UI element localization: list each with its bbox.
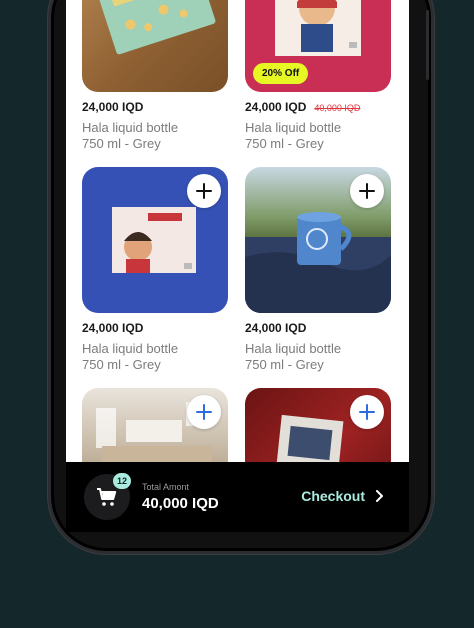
- product-grid-screen[interactable]: 24,000 IQD Hala liquid bottle 750 ml - G…: [66, 0, 409, 462]
- product-name-line2: 750 ml - Grey: [82, 357, 161, 372]
- checkout-label: Checkout: [301, 488, 365, 504]
- product-image[interactable]: [82, 167, 228, 313]
- product-name: Hala liquid bottle 750 ml - Grey: [82, 341, 178, 373]
- product-name: Hala liquid bottle 750 ml - Grey: [245, 120, 341, 152]
- add-to-cart-button[interactable]: [187, 174, 221, 208]
- product-photo: [96, 0, 216, 55]
- price-value: 24,000 IQD: [245, 100, 307, 114]
- product-name: Hala liquid bottle 750 ml - Grey: [245, 341, 341, 373]
- product-image[interactable]: 20% Off: [245, 0, 391, 92]
- product-name-line2: 750 ml - Grey: [245, 357, 324, 372]
- price-value: 24,000 IQD: [82, 321, 144, 335]
- price-value: 24,000 IQD: [82, 100, 144, 114]
- add-to-cart-button[interactable]: [350, 174, 384, 208]
- cart-summary-bar: 12 Total Amont 40,000 IQD Checkout: [66, 462, 409, 532]
- product-price: 24,000 IQD 40,000 IQD: [245, 100, 360, 114]
- price-value: 24,000 IQD: [245, 321, 307, 335]
- product-name-line1: Hala liquid bottle: [245, 341, 342, 356]
- add-to-cart-button[interactable]: [187, 395, 221, 429]
- discount-badge: 20% Off: [253, 63, 309, 84]
- product-name: Hala liquid bottle 750 ml - Grey: [82, 120, 178, 152]
- plus-icon: [359, 404, 375, 420]
- product-name-line1: Hala liquid bottle: [82, 341, 179, 356]
- product-price: 24,000 IQD: [82, 100, 143, 114]
- product-price: 24,000 IQD: [82, 321, 143, 335]
- chevron-right-icon: [376, 490, 383, 502]
- product-card[interactable]: 24,000 IQD Hala liquid bottle 750 ml - G…: [82, 167, 228, 372]
- plus-icon: [359, 183, 375, 199]
- old-price: 40,000 IQD: [314, 103, 361, 113]
- phone-side-button: [426, 10, 429, 80]
- plus-icon: [196, 183, 212, 199]
- product-card[interactable]: 20% Off 24,000 IQD 40,000 IQD Hala liquid…: [245, 0, 391, 151]
- total-value: 40,000 IQD: [142, 495, 219, 512]
- product-image[interactable]: [82, 388, 228, 462]
- add-to-cart-button[interactable]: [350, 395, 384, 429]
- product-image[interactable]: [245, 167, 391, 313]
- plus-icon: [196, 404, 212, 420]
- product-name-line2: 750 ml - Grey: [245, 136, 324, 151]
- product-image[interactable]: [82, 0, 228, 92]
- product-name-line1: Hala liquid bottle: [82, 120, 179, 135]
- product-name-line1: Hala liquid bottle: [245, 120, 342, 135]
- product-price: 24,000 IQD: [245, 321, 306, 335]
- cart-button[interactable]: 12: [84, 473, 131, 520]
- product-card[interactable]: [82, 388, 228, 462]
- product-card[interactable]: 24,000 IQD Hala liquid bottle 750 ml - G…: [245, 167, 391, 372]
- product-image[interactable]: [245, 388, 391, 462]
- cart-icon: [97, 488, 117, 506]
- cart-count-badge: 12: [113, 473, 131, 489]
- total-label: Total Amont: [142, 482, 190, 492]
- checkout-button[interactable]: Checkout: [301, 488, 383, 504]
- product-name-line2: 750 ml - Grey: [82, 136, 161, 151]
- product-card[interactable]: [245, 388, 391, 462]
- product-card[interactable]: 24,000 IQD Hala liquid bottle 750 ml - G…: [82, 0, 228, 151]
